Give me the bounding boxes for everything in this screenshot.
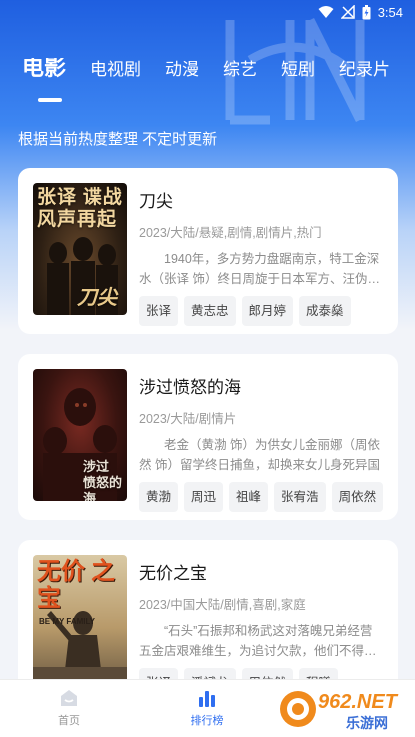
movie-description: 1940年，多方势力盘踞南京，特工金深水（张译 饰）终日周旋于日本军方、汪伪政府… bbox=[139, 252, 380, 286]
movie-description: 老金（黄渤 饰）为供女儿金丽娜（周依然 饰）留学终日捕鱼，却换来女儿身死异国 bbox=[139, 438, 380, 472]
movie-card[interactable]: 张译 谍战 风声再起 刀尖 刀尖 2023/大陆/悬疑,剧情,剧情片,热门 19… bbox=[18, 168, 398, 334]
movie-list: 张译 谍战 风声再起 刀尖 刀尖 2023/大陆/悬疑,剧情,剧情片,热门 19… bbox=[18, 168, 398, 726]
status-time: 3:54 bbox=[377, 4, 403, 20]
cast-tag[interactable]: 周依然 bbox=[331, 482, 384, 512]
cast-tag[interactable]: 周迅 bbox=[184, 482, 224, 512]
no-signal-icon bbox=[340, 5, 355, 19]
movie-description: “石头”石振邦和杨武这对落魄兄弟经营五金店艰难维生，为追讨欠款，他们不得不铤而走… bbox=[139, 624, 377, 658]
poster-subtitle-text: 刀尖 bbox=[77, 287, 117, 309]
movie-title: 无价之宝 bbox=[139, 564, 207, 583]
nav-ranking[interactable]: 排行榜 bbox=[138, 680, 276, 737]
nav-home[interactable]: 首页 bbox=[0, 680, 138, 737]
tab-anime[interactable]: 动漫 bbox=[165, 58, 199, 82]
active-tab-indicator bbox=[38, 98, 62, 102]
cast-tag[interactable]: 祖峰 bbox=[229, 482, 269, 512]
movie-meta: 2023/大陆/悬疑,剧情,剧情片,热门 bbox=[139, 226, 322, 240]
site-watermark-logo: 962.NET 乐游网 bbox=[280, 691, 399, 731]
movie-title: 涉过愤怒的海 bbox=[139, 378, 241, 397]
ranking-icon bbox=[199, 691, 215, 707]
poster-title-text: 涉过 愤怒的海 bbox=[83, 459, 123, 501]
watermark-text: 962.NET bbox=[318, 691, 399, 713]
movie-poster: 涉过 愤怒的海 bbox=[33, 369, 127, 501]
home-icon bbox=[61, 690, 77, 706]
movie-poster: 张译 谍战 风声再起 刀尖 bbox=[33, 183, 127, 315]
cast-tags: 黄渤 周迅 祖峰 张宥浩 周依然 bbox=[139, 482, 384, 512]
tab-short-drama[interactable]: 短剧 bbox=[281, 58, 315, 82]
nav-ranking-label: 排行榜 bbox=[190, 715, 224, 727]
cast-tag[interactable]: 郎月婷 bbox=[241, 296, 294, 326]
cast-tag[interactable]: 黄渤 bbox=[139, 482, 179, 512]
movie-meta: 2023/大陆/剧情片 bbox=[139, 412, 237, 426]
page-subtitle: 根据当前热度整理 不定时更新 bbox=[18, 131, 218, 148]
tab-documentary[interactable]: 纪录片 bbox=[339, 58, 390, 82]
cast-tag[interactable]: 黄志忠 bbox=[184, 296, 236, 326]
tab-tv-series[interactable]: 电视剧 bbox=[90, 58, 141, 82]
movie-card[interactable]: 涉过 愤怒的海 涉过愤怒的海 2023/大陆/剧情片 老金（黄渤 饰）为供女儿金… bbox=[18, 354, 398, 520]
nav-home-label: 首页 bbox=[58, 715, 80, 727]
tab-variety[interactable]: 综艺 bbox=[223, 58, 257, 82]
watermark-subtext: 乐游网 bbox=[346, 715, 388, 731]
poster-subtitle-text: BE MY FAMILY bbox=[39, 617, 96, 626]
cast-tags: 张译 黄志忠 郎月婷 成泰燊 bbox=[139, 296, 384, 326]
battery-icon bbox=[362, 4, 371, 19]
status-bar: 3:54 bbox=[0, 0, 415, 24]
category-tabs: 电影 电视剧 动漫 综艺 短剧 纪录片 bbox=[0, 58, 415, 110]
movie-meta: 2023/中国大陆/剧情,喜剧,家庭 bbox=[139, 598, 306, 612]
movie-title: 刀尖 bbox=[139, 192, 173, 211]
cast-tag[interactable]: 张译 bbox=[139, 296, 179, 326]
movie-poster: 无价 之宝 BE MY FAMILY bbox=[33, 555, 127, 687]
cast-tag[interactable]: 成泰燊 bbox=[299, 296, 351, 326]
poster-title-text: 张译 谍战 风声再起 bbox=[37, 187, 123, 230]
cast-tag[interactable]: 张宥浩 bbox=[274, 482, 326, 512]
poster-title-text: 无价 之宝 bbox=[37, 559, 115, 612]
wifi-icon bbox=[318, 6, 334, 18]
tab-movie[interactable]: 电影 bbox=[22, 58, 66, 81]
